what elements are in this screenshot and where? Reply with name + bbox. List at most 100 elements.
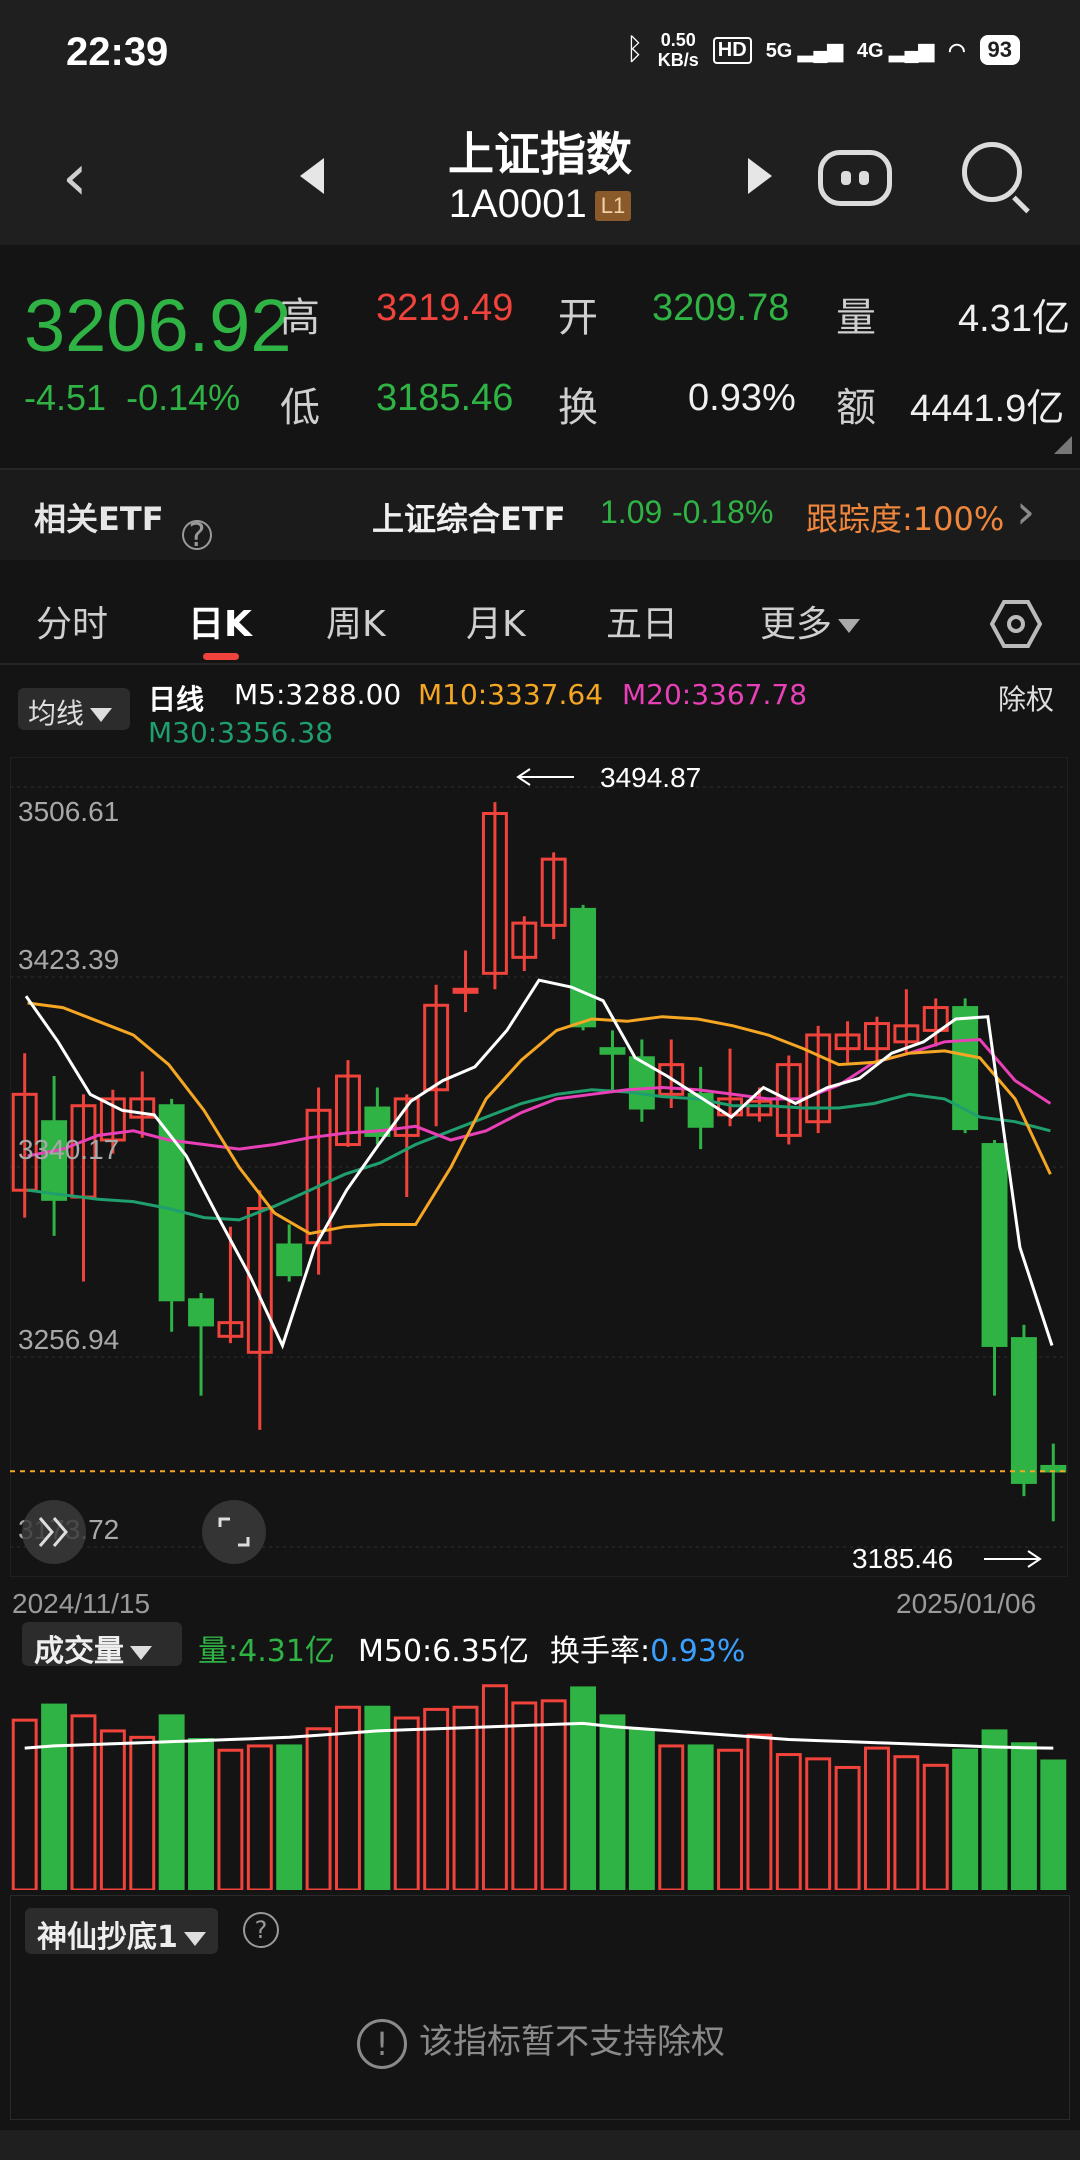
tab-more[interactable]: 更多	[760, 595, 861, 647]
volume-bar	[864, 1746, 890, 1890]
turnover-rate: 换手率:0.93%	[550, 1634, 746, 1669]
volume-bar	[628, 1729, 655, 1890]
exclamation-icon: !	[357, 2018, 407, 2069]
volume-bar	[746, 1733, 773, 1890]
open-label: 开	[558, 295, 598, 341]
candle-body	[452, 987, 479, 994]
volume-bar	[952, 1748, 979, 1890]
volume-current: 量:4.31亿	[198, 1634, 335, 1669]
volume-m50: M50:6.35亿	[358, 1634, 529, 1669]
tab-five-day[interactable]: 五日	[606, 595, 678, 647]
active-tab-indicator	[203, 653, 239, 660]
chevron-right-icon: ›	[1016, 484, 1036, 540]
candle-body	[276, 1243, 303, 1277]
volume-bar	[981, 1729, 1008, 1890]
stock-code-line: 1A0001 L1	[0, 182, 1080, 227]
expand-corner-icon[interactable]	[1054, 436, 1072, 454]
dropdown-caret-icon	[838, 619, 861, 633]
volume-bar	[834, 1765, 861, 1890]
period-tabs: 分时 日K 周K 月K 五日 更多	[0, 575, 1080, 665]
wifi-icon: ◠	[948, 39, 966, 62]
ma-legend: 均线 日线 M5:3288.00 M10:3337.64 M20:3367.78…	[0, 670, 1080, 750]
amount-value: 4441.9亿	[910, 388, 1065, 430]
tab-intraday[interactable]: 分时	[36, 595, 108, 647]
next-stock-arrow-icon[interactable]	[748, 158, 772, 194]
volume-bar	[188, 1738, 214, 1890]
y-tick-label: 3340.17	[18, 1134, 119, 1165]
volume-bar	[481, 1684, 508, 1890]
volume-bar	[364, 1705, 391, 1890]
indicator-panel: 神仙抄底1 ? ! 该指标暂不支持除权	[10, 1895, 1070, 2120]
battery-icon: 93	[979, 35, 1020, 65]
tab-monthly-k[interactable]: 月K	[466, 595, 526, 647]
volume-bar	[570, 1686, 597, 1890]
high-label: 高	[280, 295, 320, 341]
ma10-value: M10:3337.64	[418, 678, 604, 711]
high-value: 3219.49	[376, 287, 514, 329]
stock-name: 上证指数	[448, 127, 632, 181]
amount-label: 额	[836, 385, 876, 431]
quote-panel: 3206.92 -4.51 -0.14% 高 3219.49 低 3185.46…	[0, 245, 1080, 470]
volume-bar	[540, 1699, 567, 1890]
y-tick-label: 3506.61	[18, 796, 119, 827]
fullscreen-button[interactable]	[202, 1500, 266, 1564]
ma-selector[interactable]: 均线	[18, 688, 130, 730]
clock: 22:39	[66, 30, 169, 74]
bluetooth-icon: ᛒ	[625, 33, 644, 66]
volume-bar	[452, 1705, 479, 1890]
end-date: 2025/01/06	[896, 1588, 1037, 1619]
candlestick-chart[interactable]: 3506.613423.393340.173256.943173.723494.…	[10, 757, 1068, 1577]
hd-icon: HD	[712, 36, 752, 64]
last-price: 3206.92	[24, 284, 292, 367]
high-annotation: 3494.87	[600, 762, 701, 793]
etf-price: 1.09	[600, 494, 663, 530]
turnover-value: 0.93%	[688, 377, 796, 419]
ma5-value: M5:3288.00	[234, 678, 402, 711]
volume-bar	[70, 1714, 97, 1890]
volume-bar	[217, 1748, 244, 1890]
volume-bar	[1010, 1742, 1037, 1890]
indicator-help-icon[interactable]: ?	[243, 1912, 279, 1948]
stock-code: 1A0001	[448, 182, 587, 226]
robot-assistant-icon[interactable]	[818, 150, 892, 206]
low-value: 3185.46	[376, 377, 514, 419]
ma20-value: M20:3367.78	[622, 678, 808, 711]
fuquan-toggle[interactable]: 除权	[998, 678, 1054, 718]
ma30-value: M30:3356.38	[148, 716, 334, 749]
volume-bar	[41, 1703, 68, 1890]
volume-bar	[599, 1714, 626, 1890]
tab-daily-k[interactable]: 日K	[188, 595, 252, 647]
status-bar: 22:39 ᛒ 0.50 KB/s HD 5G ▂▄▆ 4G ▂▄▆ ◠ 93	[0, 0, 1080, 110]
turnover-label: 换	[558, 385, 598, 431]
search-icon[interactable]	[962, 142, 1022, 202]
volume-selector[interactable]: 成交量	[22, 1622, 182, 1669]
expand-left-button[interactable]	[22, 1500, 86, 1564]
ma-period: 日线	[148, 683, 205, 716]
y-tick-label: 3423.39	[18, 944, 119, 975]
indicator-selector[interactable]: 神仙抄底1	[25, 1908, 218, 1955]
volume-bar	[305, 1727, 332, 1890]
signal-5g-icon: 5G ▂▄▆	[765, 39, 843, 62]
tab-weekly-k[interactable]: 周K	[326, 595, 386, 647]
volume-bar	[11, 1718, 38, 1890]
signal-4g-icon: 4G ▂▄▆	[856, 39, 935, 62]
settings-hexagon-icon[interactable]	[990, 598, 1042, 650]
low-annotation: 3185.46	[852, 1543, 953, 1574]
etf-name: 上证综合ETF	[372, 500, 566, 538]
volume-bar	[276, 1744, 303, 1890]
etf-label: 相关ETF	[34, 500, 164, 538]
volume-bar	[129, 1735, 156, 1890]
header: ‹ 上证指数 1A0001 L1	[0, 110, 1080, 245]
volume-bar	[805, 1757, 832, 1890]
low-label: 低	[280, 385, 320, 431]
open-value: 3209.78	[652, 287, 790, 329]
candle-body	[570, 907, 597, 1028]
volume-chart[interactable]	[10, 1665, 1068, 1890]
candle-body	[599, 1047, 626, 1055]
related-etf-row[interactable]: 相关ETF ? 上证综合ETF 1.09 -0.18% 跟踪度:100% ›	[0, 470, 1080, 560]
volume-bar	[658, 1744, 685, 1890]
volume-bar	[99, 1729, 126, 1890]
volume-bar	[393, 1716, 420, 1890]
volume-bar	[246, 1744, 273, 1890]
y-tick-label: 3256.94	[18, 1324, 119, 1355]
